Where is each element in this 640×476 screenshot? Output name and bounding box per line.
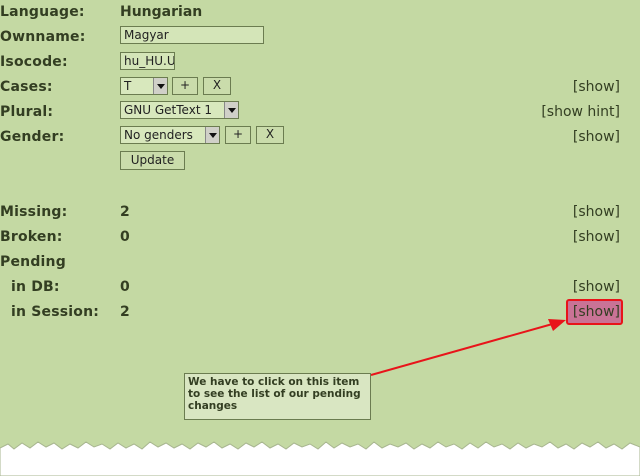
- torn-edge-decoration: [0, 441, 640, 476]
- callout-note: We have to click on this item to see the…: [184, 373, 371, 420]
